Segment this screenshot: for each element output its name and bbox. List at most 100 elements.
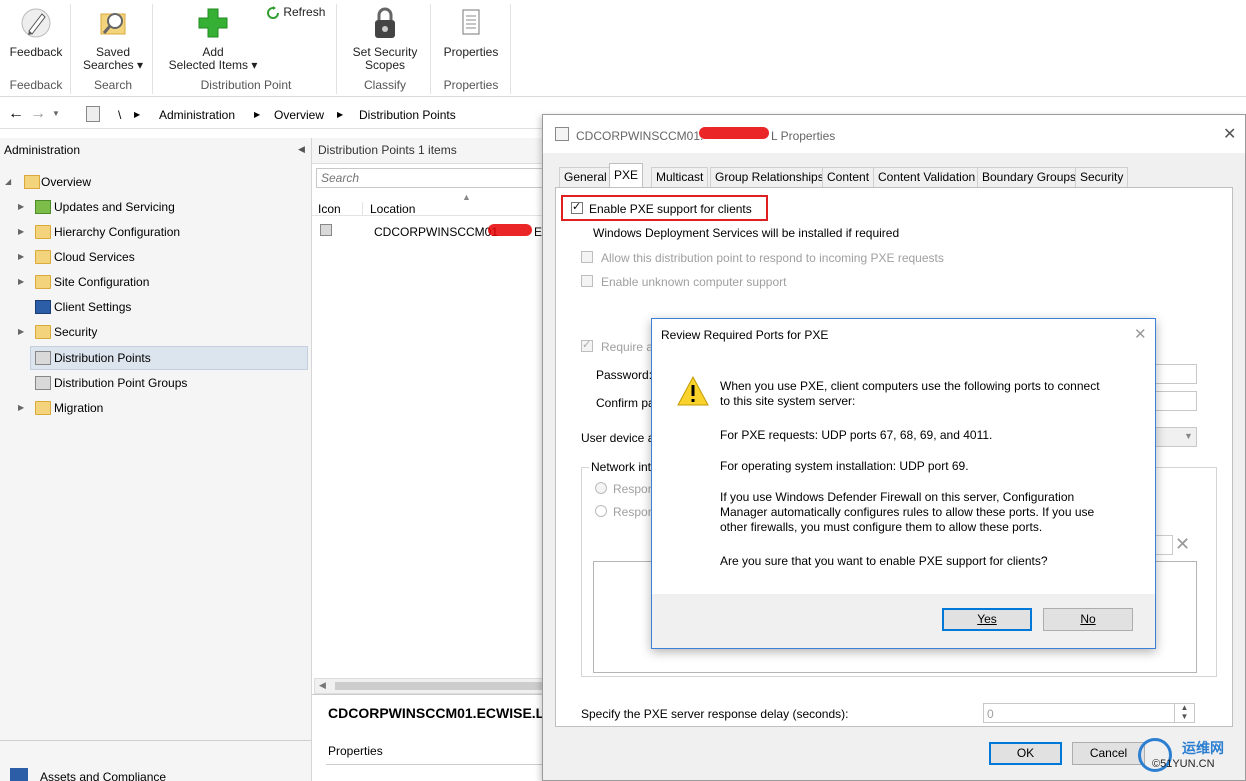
breadcrumb-administration[interactable]: Administration: [159, 108, 235, 122]
ok-button[interactable]: OK: [989, 742, 1062, 765]
set-security-scopes-button[interactable]: Set Security Scopes: [344, 6, 426, 72]
review-ports-dialog: Review Required Ports for PXE ✕ When you…: [651, 318, 1156, 649]
add-selected-items-button[interactable]: Add Selected Items ▾: [160, 6, 266, 72]
group-classify: Classify: [363, 78, 406, 92]
add-label-2: Selected Items ▾: [168, 58, 258, 72]
back-arrow-icon[interactable]: ←: [8, 105, 24, 123]
allow-respond-checkbox[interactable]: [581, 251, 593, 263]
edit-interface-button[interactable]: [1153, 535, 1173, 555]
tab-content-validation[interactable]: Content Validation: [873, 167, 981, 187]
respond-specific-radio[interactable]: [595, 505, 607, 517]
tree-item-site-config[interactable]: ▶ Site Configuration: [0, 271, 310, 295]
tree-item-cloud[interactable]: ▶ Cloud Services: [0, 246, 310, 270]
user-device-label: User device a: [581, 431, 655, 445]
delay-field[interactable]: 0 ▲ ▼: [983, 703, 1195, 723]
saved-searches-button[interactable]: Saved Searches ▾: [78, 6, 148, 72]
tab-content[interactable]: Content: [822, 167, 875, 187]
detail-properties-tab[interactable]: Properties: [328, 744, 383, 758]
column-location[interactable]: Location: [370, 202, 415, 216]
require-password-checkbox[interactable]: ✓: [581, 339, 593, 352]
horizontal-scrollbar[interactable]: ◀: [314, 678, 552, 694]
feedback-button[interactable]: Feedback: [6, 6, 66, 59]
enable-pxe-checkbox[interactable]: ✓: [571, 201, 583, 214]
results-title: Distribution Points 1 items: [318, 143, 457, 157]
tree-item-label: Cloud Services: [54, 250, 135, 264]
refresh-label: Refresh: [283, 5, 326, 20]
watermark-text-1: 运维网: [1182, 740, 1224, 756]
watermark-text-2: ©51YUN.CN: [1152, 758, 1215, 770]
workspace-assets[interactable]: Assets and Compliance: [0, 764, 311, 781]
tree-item-client-settings[interactable]: Client Settings: [0, 296, 310, 320]
confirm-password-field[interactable]: [1155, 391, 1197, 411]
expand-arrow-icon[interactable]: ▶: [18, 196, 24, 218]
scroll-left-icon[interactable]: ◀: [319, 680, 326, 691]
row-location: CDCORPWINSCCM01: [374, 225, 499, 239]
table-row[interactable]: CDCORPWINSCCM01 E.: [312, 220, 552, 242]
spin-buttons[interactable]: ▲ ▼: [1174, 703, 1194, 723]
history-dropdown-icon[interactable]: ▼: [52, 109, 60, 118]
breadcrumb-root-icon[interactable]: [86, 106, 100, 122]
tree-item-dp-groups[interactable]: Distribution Point Groups: [0, 372, 310, 396]
properties-button[interactable]: Properties: [436, 6, 506, 59]
no-button[interactable]: No: [1043, 608, 1133, 631]
watermark: 运维网 ©51YUN.CN: [1138, 734, 1246, 780]
expand-arrow-icon[interactable]: ▶: [18, 246, 24, 268]
tree-item-label: Overview: [41, 175, 92, 189]
review-dialog-title: Review Required Ports for PXE: [661, 328, 829, 342]
tab-general[interactable]: General: [559, 167, 612, 187]
close-icon[interactable]: ✕: [1134, 325, 1147, 343]
breadcrumb-distribution-points[interactable]: Distribution Points: [359, 108, 456, 122]
dialog-titlebar: CDCORPWINSCCM01. L Properties ✕: [543, 115, 1245, 153]
wds-note: Windows Deployment Services will be inst…: [593, 226, 900, 240]
expand-arrow-icon[interactable]: ▶: [18, 321, 24, 343]
review-text-line2: to this site system server:: [720, 394, 856, 408]
tab-pxe[interactable]: PXE: [609, 163, 644, 187]
collapse-pane-icon[interactable]: ◀: [298, 144, 305, 155]
ribbon-separator: [430, 4, 431, 94]
assets-icon: [10, 768, 28, 781]
forward-arrow-icon[interactable]: →: [30, 105, 46, 123]
detail-title: CDCORPWINSCCM01.ECWISE.LO: [328, 705, 556, 721]
unknown-computer-checkbox[interactable]: [581, 275, 593, 287]
tree-item-hierarchy[interactable]: ▶ Hierarchy Configuration: [0, 221, 310, 245]
folder-icon: [35, 325, 51, 339]
respond-all-radio[interactable]: [595, 482, 607, 494]
expand-arrow-icon[interactable]: ▶: [18, 397, 24, 419]
scrollbar-thumb[interactable]: [335, 682, 545, 690]
search-input[interactable]: [316, 168, 552, 188]
user-device-select[interactable]: ▼: [1155, 427, 1197, 447]
warning-icon: [677, 375, 709, 406]
tree-item-migration[interactable]: ▶ Migration: [0, 397, 310, 421]
distribution-point-icon: [35, 351, 51, 365]
padlock-icon: [375, 7, 395, 38]
breadcrumb-root[interactable]: \: [118, 108, 121, 122]
tree-item-distribution-points[interactable]: Distribution Points: [30, 346, 308, 370]
cancel-button[interactable]: Cancel: [1072, 742, 1145, 765]
tree-item-updates[interactable]: ▶ Updates and Servicing: [0, 196, 310, 220]
breadcrumb-sep: ▶: [254, 110, 261, 119]
window-icon: [555, 127, 569, 141]
sort-arrow-icon: ▲: [462, 192, 471, 202]
ribbon-separator: [510, 4, 511, 94]
folder-icon: [35, 275, 51, 289]
breadcrumb-sep: ▶: [337, 110, 344, 119]
delete-interface-icon[interactable]: ✕: [1175, 534, 1190, 555]
review-text-fw3: other firewalls, you must configure them…: [720, 520, 1043, 534]
close-icon[interactable]: ✕: [1223, 124, 1236, 144]
tab-multicast[interactable]: Multicast: [651, 167, 709, 187]
tab-boundary-groups[interactable]: Boundary Groups: [977, 167, 1082, 187]
password-field[interactable]: [1155, 364, 1197, 384]
tree-item-overview[interactable]: ◢ Overview: [0, 171, 310, 195]
tree-item-label: Client Settings: [54, 300, 132, 314]
yes-button[interactable]: Yes: [942, 608, 1032, 631]
expand-arrow-icon[interactable]: ◢: [5, 171, 11, 193]
tree-item-security[interactable]: ▶ Security: [0, 321, 310, 345]
refresh-button[interactable]: Refresh: [266, 6, 332, 20]
column-icon[interactable]: Icon: [318, 202, 341, 216]
expand-arrow-icon[interactable]: ▶: [18, 221, 24, 243]
tab-group-relationships[interactable]: Group Relationships: [710, 167, 829, 187]
tab-security[interactable]: Security: [1075, 167, 1129, 187]
breadcrumb-overview[interactable]: Overview: [274, 108, 324, 122]
expand-arrow-icon[interactable]: ▶: [18, 271, 24, 293]
refresh-icon: [267, 6, 279, 19]
